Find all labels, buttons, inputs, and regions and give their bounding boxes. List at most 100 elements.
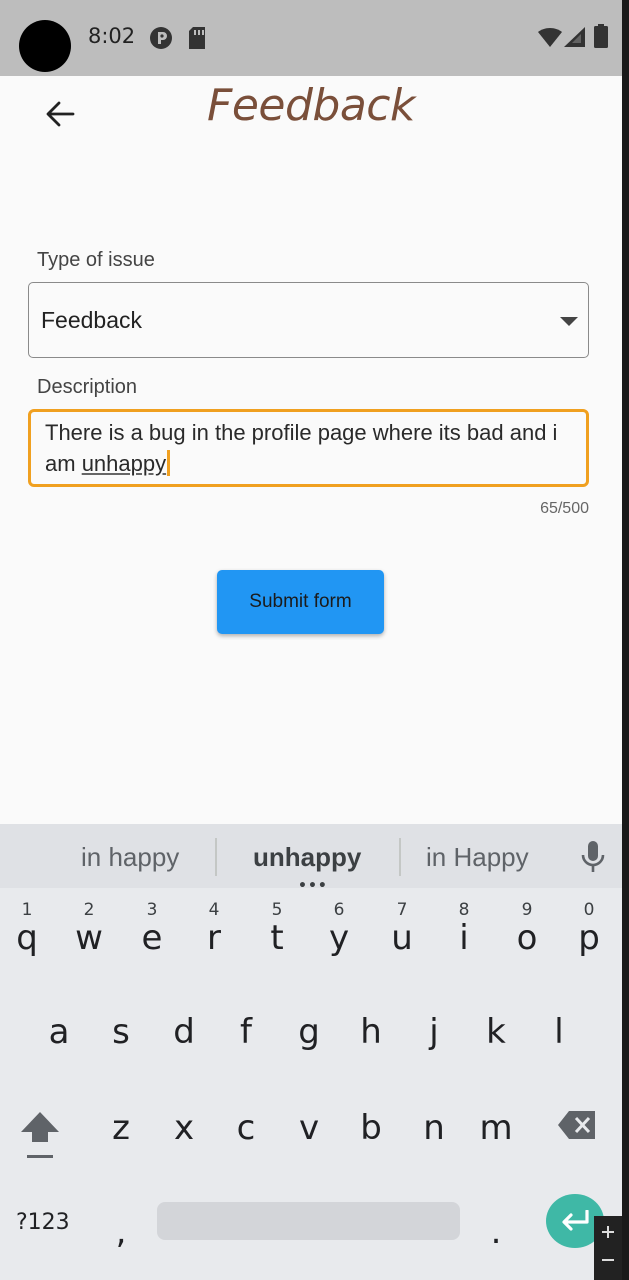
key-l[interactable]: l [530, 994, 588, 1068]
issue-type-dropdown[interactable]: Feedback [28, 282, 589, 358]
key-label: v [298, 1108, 320, 1148]
space-bar[interactable] [157, 1202, 460, 1240]
dropdown-arrow-icon [560, 317, 578, 326]
key-hint: 6 [333, 900, 345, 920]
front-camera [19, 20, 71, 72]
key-label: g [298, 1012, 320, 1052]
key-label: x [173, 1108, 195, 1148]
key-s[interactable]: s [92, 994, 150, 1068]
key-label: . [490, 1212, 502, 1252]
suggestion-left[interactable]: in happy [81, 842, 179, 873]
status-bar: 8:02 [0, 0, 622, 76]
key-i[interactable]: 8i [435, 900, 493, 974]
shift-icon [21, 1112, 59, 1158]
key-hint: 4 [208, 900, 220, 920]
app-notification-icon [149, 26, 173, 54]
key-y[interactable]: 6y [310, 900, 368, 974]
key-label: d [173, 1012, 195, 1052]
key-label: m [479, 1108, 513, 1148]
key-label: n [423, 1108, 445, 1148]
key-label: w [75, 918, 103, 958]
key-period[interactable]: . [467, 1194, 525, 1268]
key-label: , [115, 1212, 127, 1252]
more-suggestions-icon[interactable]: ••• [298, 878, 328, 894]
backspace-key[interactable] [557, 1110, 597, 1144]
key-v[interactable]: v [280, 1090, 338, 1164]
key-u[interactable]: 7u [373, 900, 431, 974]
key-e[interactable]: 3e [123, 900, 181, 974]
description-label: Description [37, 376, 138, 398]
key-j[interactable]: j [405, 994, 463, 1068]
key-d[interactable]: d [155, 994, 213, 1068]
key-label: a [48, 1012, 70, 1052]
key-f[interactable]: f [217, 994, 275, 1068]
suggestion-right[interactable]: in Happy [426, 842, 529, 873]
key-label: f [240, 1012, 252, 1052]
shift-key[interactable] [20, 1110, 60, 1166]
submit-form-button[interactable]: Submit form [217, 570, 384, 634]
page-title: Feedback [207, 80, 415, 131]
zoom-out-icon[interactable] [602, 1258, 614, 1262]
microphone-icon[interactable] [580, 840, 606, 878]
key-label: t [270, 918, 284, 958]
soft-keyboard: in happy unhappy in Happy ••• 1q 2w 3e 4… [0, 824, 622, 1280]
character-counter: 65/500 [540, 500, 589, 517]
status-time: 8:02 [88, 24, 136, 48]
text-caret [167, 450, 171, 476]
composing-word: unhappy [81, 451, 167, 476]
description-textarea[interactable]: There is a bug in the profile page where… [28, 409, 589, 487]
key-x[interactable]: x [155, 1090, 213, 1164]
key-g[interactable]: g [280, 994, 338, 1068]
key-label: c [236, 1108, 256, 1148]
wifi-icon [538, 28, 562, 52]
key-label: h [360, 1012, 382, 1052]
symbols-key[interactable]: ?123 [16, 1210, 70, 1235]
key-label: q [16, 918, 38, 958]
key-hint: 8 [458, 900, 470, 920]
key-w[interactable]: 2w [60, 900, 118, 974]
suggestion-divider [215, 838, 217, 876]
key-t[interactable]: 5t [248, 900, 306, 974]
key-comma[interactable]: , [92, 1194, 150, 1268]
key-label: y [328, 918, 350, 958]
zoom-controls [594, 1216, 622, 1280]
key-n[interactable]: n [405, 1090, 463, 1164]
key-b[interactable]: b [342, 1090, 400, 1164]
key-label: k [486, 1012, 506, 1052]
key-o[interactable]: 9o [498, 900, 556, 974]
key-hint: 7 [396, 900, 408, 920]
key-m[interactable]: m [467, 1090, 525, 1164]
key-label: e [141, 918, 163, 958]
key-c[interactable]: c [217, 1090, 275, 1164]
key-h[interactable]: h [342, 994, 400, 1068]
issue-type-value: Feedback [41, 307, 143, 333]
suggestion-divider [399, 838, 401, 876]
app-screen: 8:02 Feedback Type of issue Feedback Des… [0, 0, 622, 1280]
key-a[interactable]: a [30, 994, 88, 1068]
key-label: u [391, 918, 413, 958]
suggestion-bar: in happy unhappy in Happy ••• [0, 824, 622, 894]
key-label: p [578, 918, 600, 958]
key-label: z [112, 1108, 130, 1148]
issue-type-label: Type of issue [37, 249, 155, 271]
key-z[interactable]: z [92, 1090, 150, 1164]
key-hint: 0 [583, 900, 595, 920]
battery-icon [594, 24, 608, 52]
key-label: o [516, 918, 538, 958]
key-label: l [554, 1012, 564, 1052]
key-k[interactable]: k [467, 994, 525, 1068]
key-label: i [459, 918, 469, 958]
key-label: s [112, 1012, 130, 1052]
key-r[interactable]: 4r [185, 900, 243, 974]
key-hint: 2 [83, 900, 95, 920]
enter-icon [562, 1210, 589, 1231]
key-hint: 1 [21, 900, 33, 920]
key-hint: 3 [146, 900, 158, 920]
key-label: r [207, 918, 221, 958]
cell-signal-icon [564, 27, 586, 51]
zoom-in-icon[interactable] [602, 1226, 614, 1238]
key-p[interactable]: 0p [560, 900, 618, 974]
key-hint: 9 [521, 900, 533, 920]
key-q[interactable]: 1q [0, 900, 56, 974]
suggestion-center[interactable]: unhappy [253, 842, 361, 873]
